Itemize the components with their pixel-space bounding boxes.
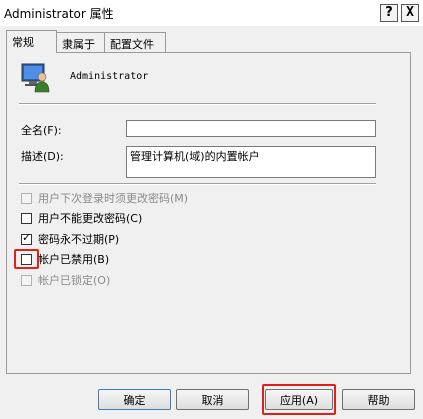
checkbox[interactable]	[21, 212, 32, 224]
separator	[19, 183, 376, 185]
highlight-box-disabled-checkbox	[14, 249, 39, 269]
checkbox[interactable]	[21, 274, 32, 286]
option-label: 帐户已禁用(B)	[38, 253, 110, 266]
fullname-input[interactable]	[126, 120, 376, 137]
user-monitor-icon	[21, 63, 50, 93]
checkmark-icon: ✓	[22, 230, 32, 244]
option-label: 用户下次登录时须更改密码(M)	[38, 192, 189, 205]
description-label: 描述(D):	[21, 150, 64, 163]
option-label: 帐户已锁定(O)	[38, 274, 111, 287]
option-label: 密码永不过期(P)	[38, 233, 120, 246]
ok-button[interactable]: 确定	[98, 389, 171, 410]
option-label: 用户不能更改密码(C)	[38, 212, 143, 225]
cancel-button[interactable]: 取消	[176, 389, 249, 410]
user-name: Administrator	[70, 71, 149, 82]
fullname-label: 全名(F):	[21, 124, 62, 137]
help-caption-button[interactable]: ?	[380, 4, 398, 22]
highlight-box-apply-button	[262, 384, 336, 415]
close-button[interactable]: X	[401, 4, 419, 22]
description-input[interactable]: 管理计算机(域)的内置帐户	[126, 146, 376, 178]
tab-member-of[interactable]: 隶属于	[56, 32, 105, 52]
separator	[19, 103, 376, 105]
help-button[interactable]: 帮助	[342, 389, 415, 410]
tab-general[interactable]: 常规	[6, 30, 57, 53]
window-title: Administrator 属性	[4, 7, 114, 21]
option-password-never-expires[interactable]: ✓ 密码永不过期(P)	[21, 231, 119, 247]
option-must-change-password[interactable]: 用户下次登录时须更改密码(M)	[21, 190, 188, 206]
tab-profile[interactable]: 配置文件	[104, 32, 166, 52]
option-account-locked[interactable]: 帐户已锁定(O)	[21, 272, 110, 288]
checkbox-checked[interactable]: ✓	[21, 230, 32, 245]
checkbox[interactable]	[21, 192, 32, 204]
option-cannot-change-password[interactable]: 用户不能更改密码(C)	[21, 210, 142, 226]
